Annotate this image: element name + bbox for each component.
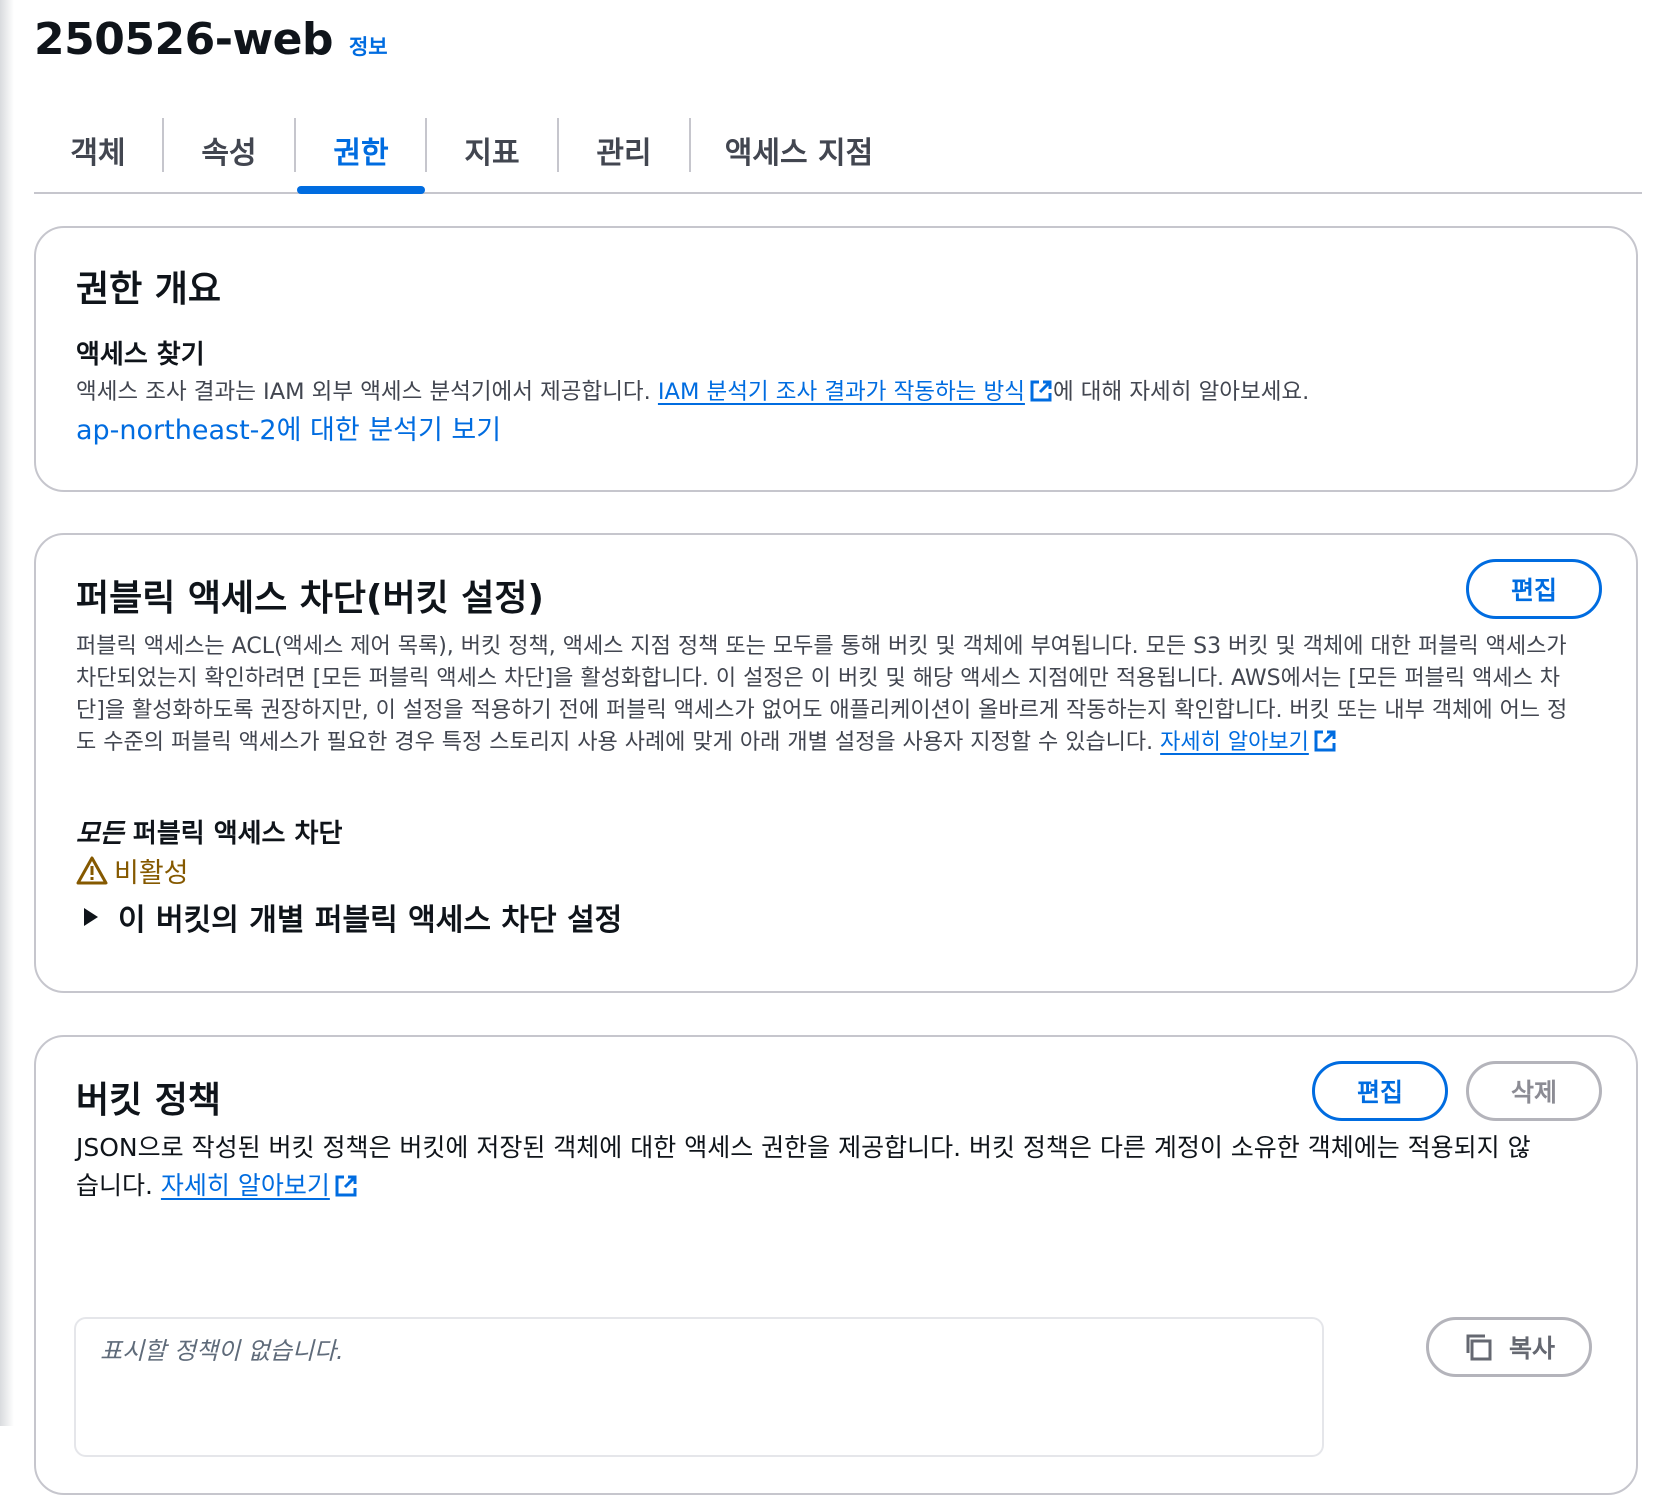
block-all-label: 모든 퍼블릭 액세스 차단 bbox=[76, 813, 342, 850]
block-public-access-card: 퍼블릭 액세스 차단(버킷 설정) 편집 퍼블릭 액세스는 ACL(액세스 제어… bbox=[34, 533, 1638, 993]
access-finder-suffix: 에 대해 자세히 알아보세요. bbox=[1052, 379, 1310, 405]
description-line: JSON으로 작성된 버킷 정책은 버킷에 저장된 객체에 대한 액세스 권한을… bbox=[76, 1133, 1531, 1162]
block-all-emphasis: 모든 bbox=[76, 819, 124, 849]
external-link-icon bbox=[334, 1174, 358, 1198]
bucket-policy-card: 버킷 정책 편집 삭제 JSON으로 작성된 버킷 정책은 버킷에 저장된 객체… bbox=[34, 1035, 1638, 1495]
tab-objects[interactable]: 객체 bbox=[34, 108, 162, 192]
access-finder-text: 액세스 조사 결과는 IAM 외부 액세스 분석기에서 제공합니다. bbox=[76, 379, 658, 405]
overview-title: 권한 개요 bbox=[76, 269, 222, 310]
access-finder-title: 액세스 찾기 bbox=[76, 340, 205, 370]
external-link-icon bbox=[1029, 379, 1053, 403]
description-line: 도 수준의 퍼블릭 액세스가 필요한 경우 특정 스토리지 사용 사례에 맞게 … bbox=[76, 727, 1606, 759]
copy-button[interactable]: 복사 bbox=[1426, 1317, 1592, 1377]
learn-more-text: 자세히 알아보기 bbox=[160, 1171, 330, 1200]
learn-more-link[interactable]: 자세히 알아보기 bbox=[161, 1171, 358, 1200]
bucket-policy-edit-button[interactable]: 편집 bbox=[1312, 1061, 1448, 1121]
access-finder-description: 액세스 조사 결과는 IAM 외부 액세스 분석기에서 제공합니다. IAM 분… bbox=[76, 376, 1309, 409]
individual-settings-expander[interactable]: 이 버킷의 개별 퍼블릭 액세스 차단 설정 bbox=[76, 895, 622, 939]
block-public-edit-button[interactable]: 편집 bbox=[1466, 559, 1602, 619]
block-all-rest: 퍼블릭 액세스 차단 bbox=[123, 819, 343, 849]
policy-editor: 표시할 정책이 없습니다. bbox=[74, 1317, 1324, 1457]
page-title: 250526-web bbox=[34, 14, 333, 65]
tab-access-points[interactable]: 액세스 지점 bbox=[691, 108, 907, 192]
learn-more-link[interactable]: 자세히 알아보기 bbox=[1160, 730, 1337, 755]
tab-metrics[interactable]: 지표 bbox=[427, 108, 557, 192]
expander-label: 이 버킷의 개별 퍼블릭 액세스 차단 설정 bbox=[118, 903, 623, 938]
policy-empty-text: 표시할 정책이 없습니다. bbox=[100, 1337, 344, 1365]
tab-properties[interactable]: 속성 bbox=[164, 108, 294, 192]
warning-icon bbox=[76, 856, 108, 884]
bucket-policy-description: JSON으로 작성된 버킷 정책은 버킷에 저장된 객체에 대한 액세스 권한을… bbox=[76, 1129, 1606, 1205]
view-analyzer-link[interactable]: ap-northeast-2에 대한 분석기 보기 bbox=[76, 414, 501, 447]
learn-more-text: 자세히 알아보기 bbox=[1160, 730, 1309, 755]
iam-analyzer-link[interactable]: IAM 분석기 조사 결과가 작동하는 방식 bbox=[658, 379, 1053, 405]
external-link-icon bbox=[1313, 729, 1337, 753]
tab-bar: 객체 속성 권한 지표 관리 액세스 지점 bbox=[34, 108, 1642, 194]
page-header: 250526-web 정보 bbox=[34, 14, 388, 65]
description-line: 습니다. 자세히 알아보기 bbox=[76, 1167, 1606, 1205]
block-status: 비활성 bbox=[76, 851, 189, 890]
tab-divider bbox=[294, 118, 296, 172]
permissions-overview-card: 권한 개요 액세스 찾기 액세스 조사 결과는 IAM 외부 액세스 분석기에서… bbox=[34, 226, 1638, 492]
description-line: 차단되었는지 확인하려면 [모든 퍼블릭 액세스 차단]을 활성화합니다. 이 … bbox=[76, 666, 1561, 691]
description-text: 습니다. bbox=[76, 1171, 161, 1200]
iam-analyzer-link-text: IAM 분석기 조사 결과가 작동하는 방식 bbox=[657, 379, 1025, 405]
description-line: 단]을 활성화하도록 권장하지만, 이 설정을 적용하기 전에 퍼블릭 액세스가… bbox=[76, 698, 1568, 723]
block-public-access-description: 퍼블릭 액세스는 ACL(액세스 제어 목록), 버킷 정책, 액세스 지점 정… bbox=[76, 631, 1606, 759]
copy-label: 복사 bbox=[1508, 1334, 1555, 1363]
tab-management[interactable]: 관리 bbox=[559, 108, 689, 192]
description-line: 퍼블릭 액세스는 ACL(액세스 제어 목록), 버킷 정책, 액세스 지점 정… bbox=[76, 634, 1567, 659]
bucket-policy-title: 버킷 정책 bbox=[76, 1080, 222, 1121]
description-text: 도 수준의 퍼블릭 액세스가 필요한 경우 특정 스토리지 사용 사례에 맞게 … bbox=[76, 730, 1161, 755]
tab-permissions[interactable]: 권한 bbox=[297, 108, 425, 194]
status-text: 비활성 bbox=[114, 858, 189, 889]
bucket-policy-delete-button[interactable]: 삭제 bbox=[1466, 1061, 1602, 1121]
copy-icon bbox=[1466, 1334, 1492, 1361]
caret-right-icon bbox=[84, 908, 98, 926]
info-link[interactable]: 정보 bbox=[349, 31, 388, 61]
window-edge bbox=[0, 0, 14, 1426]
block-public-access-title: 퍼블릭 액세스 차단(버킷 설정) bbox=[76, 578, 544, 619]
